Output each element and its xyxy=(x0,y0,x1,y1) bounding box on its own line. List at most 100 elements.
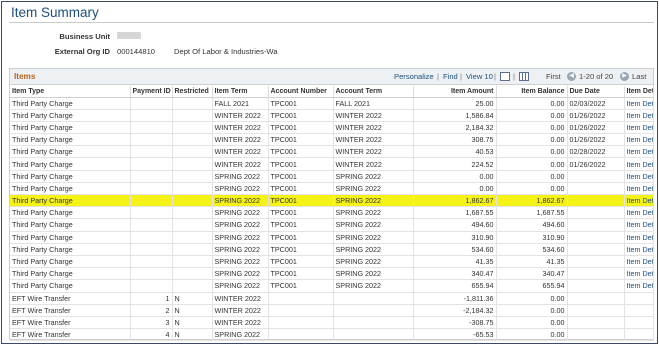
cell-item-details-link[interactable]: Item Details xyxy=(624,206,654,220)
col-account-number[interactable]: Account Number xyxy=(268,86,334,98)
table-row: Third Party Charge SPRING 2022 TPC001 SPRIN… xyxy=(10,243,654,256)
cell-item-type: Third Party Charge xyxy=(10,194,131,208)
cell-account-number: TPC001 xyxy=(268,231,334,244)
table-row: Third Party Charge SPRING 2022 TPC001 SPRIN… xyxy=(10,218,654,232)
col-account-term[interactable]: Account Term xyxy=(333,86,414,98)
previous-arrow-icon[interactable]: ◀ xyxy=(567,72,576,81)
cell-item-amount: 308.75 xyxy=(413,133,497,147)
cell-due-date xyxy=(567,316,625,330)
grid-title: Items xyxy=(14,72,36,81)
cell-item-amount: 1,687.55 xyxy=(413,206,497,220)
cell-item-details-link[interactable]: Item Details xyxy=(624,170,654,183)
cell-account-term: SPRING 2022 xyxy=(333,231,414,244)
cell-account-number: TPC001 xyxy=(268,109,334,122)
col-due-date[interactable]: Due Date xyxy=(567,86,625,98)
cell-account-number: TPC001 xyxy=(268,218,334,232)
cell-restricted xyxy=(172,243,213,256)
cell-account-term: SPRING 2022 xyxy=(333,182,414,196)
cell-restricted: N xyxy=(172,316,213,330)
cell-payment-id xyxy=(130,206,173,220)
col-payment-id[interactable]: Payment ID xyxy=(130,86,173,98)
cell-payment-id xyxy=(130,255,173,269)
cell-payment-id xyxy=(130,267,173,281)
cell-item-details-link[interactable]: Item Details xyxy=(624,267,654,281)
next-arrow-icon[interactable]: ▶ xyxy=(620,72,629,81)
first-link[interactable]: First xyxy=(546,72,561,81)
cell-due-date xyxy=(567,279,625,293)
cell-due-date: 02/03/2022 xyxy=(567,97,625,110)
cell-item-details-link[interactable]: Item Details xyxy=(624,182,654,196)
personalize-link[interactable]: Personalize xyxy=(394,72,434,81)
cell-item-term: WINTER 2022 xyxy=(212,133,269,147)
cell-payment-id xyxy=(130,97,173,110)
cell-item-type: Third Party Charge xyxy=(10,145,131,159)
cell-account-term: WINTER 2022 xyxy=(333,109,414,122)
cell-due-date xyxy=(567,243,625,256)
cell-account-term: SPRING 2022 xyxy=(333,243,414,256)
cell-item-amount: -65.53 xyxy=(413,328,497,342)
cell-item-balance: 1,687.55 xyxy=(496,206,568,220)
cell-restricted xyxy=(172,255,213,269)
cell-payment-id xyxy=(130,170,173,183)
cell-item-details-link[interactable]: Item Details xyxy=(624,97,654,110)
col-item-term[interactable]: Item Term xyxy=(212,86,269,98)
cell-item-details-link[interactable]: Item Details xyxy=(624,145,654,159)
cell-item-type: EFT Wire Transfer xyxy=(10,292,131,305)
cell-due-date xyxy=(567,194,625,208)
cell-item-balance: 1,862.67 xyxy=(496,194,568,208)
cell-payment-id xyxy=(130,218,173,232)
cell-item-balance: 0.00 xyxy=(496,316,568,330)
cell-item-amount: 1,586.84 xyxy=(413,109,497,122)
download-grid-icon[interactable] xyxy=(519,72,529,81)
cell-item-amount: 224.52 xyxy=(413,157,497,171)
cell-item-details-link[interactable]: Item Details xyxy=(624,218,654,232)
cell-item-details-link[interactable]: Item Details xyxy=(624,157,654,171)
cell-account-term: SPRING 2022 xyxy=(333,170,414,183)
col-item-type[interactable]: Item Type xyxy=(10,86,131,98)
cell-item-details-link[interactable]: Item Details xyxy=(624,231,654,244)
cell-account-number: TPC001 xyxy=(268,170,334,183)
zoom-icon[interactable] xyxy=(500,72,510,81)
view-10-link[interactable]: View 10 xyxy=(466,72,493,81)
cell-due-date xyxy=(567,255,625,269)
cell-payment-id: 3 xyxy=(130,316,173,330)
cell-account-number xyxy=(268,304,334,317)
cell-restricted: N xyxy=(172,292,213,305)
col-item-amount[interactable]: Item Amount xyxy=(413,86,497,98)
table-row: Third Party Charge SPRING 2022 TPC001 SPRIN… xyxy=(10,182,654,196)
col-restricted[interactable]: Restricted xyxy=(172,86,213,98)
cell-item-details-link xyxy=(624,304,654,317)
cell-item-term: WINTER 2022 xyxy=(212,121,269,135)
cell-item-details-link[interactable]: Item Details xyxy=(624,109,654,122)
table-row: Third Party Charge WINTER 2022 TPC001 WINTE… xyxy=(10,133,654,147)
cell-due-date xyxy=(567,304,625,317)
cell-item-balance: 0.00 xyxy=(496,292,568,305)
cell-item-balance: 0.00 xyxy=(496,145,568,159)
cell-item-details-link[interactable]: Item Details xyxy=(624,279,654,293)
cell-account-number: TPC001 xyxy=(268,243,334,256)
col-item-balance[interactable]: Item Balance xyxy=(496,86,568,98)
find-link[interactable]: Find xyxy=(443,72,458,81)
nav-separator: | xyxy=(513,72,515,81)
cell-item-details-link[interactable]: Item Details xyxy=(624,255,654,269)
table-row: Third Party Charge SPRING 2022 TPC001 SPRIN… xyxy=(10,267,654,281)
cell-due-date xyxy=(567,182,625,196)
last-link[interactable]: Last xyxy=(632,72,646,81)
cell-account-number: TPC001 xyxy=(268,145,334,159)
cell-item-details-link[interactable]: Item Details xyxy=(624,133,654,147)
cell-account-number xyxy=(268,316,334,330)
col-item-details[interactable]: Item Details xyxy=(624,86,654,98)
cell-due-date: 01/26/2022 xyxy=(567,157,625,171)
cell-item-amount: -308.75 xyxy=(413,316,497,330)
cell-item-balance: 0.00 xyxy=(496,170,568,183)
cell-item-term: SPRING 2022 xyxy=(212,194,269,208)
cell-payment-id xyxy=(130,231,173,244)
cell-item-details-link[interactable]: Item Details xyxy=(624,194,654,208)
cell-item-details-link[interactable]: Item Details xyxy=(624,121,654,135)
cell-item-type: Third Party Charge xyxy=(10,109,131,122)
cell-item-details-link[interactable]: Item Details xyxy=(624,243,654,256)
cell-item-type: EFT Wire Transfer xyxy=(10,304,131,317)
cell-item-balance: 41.35 xyxy=(496,255,568,269)
table-row: EFT Wire Transfer 1 N WINTER 2022 -1,811.36 0… xyxy=(10,292,654,305)
cell-account-term: WINTER 2022 xyxy=(333,157,414,171)
